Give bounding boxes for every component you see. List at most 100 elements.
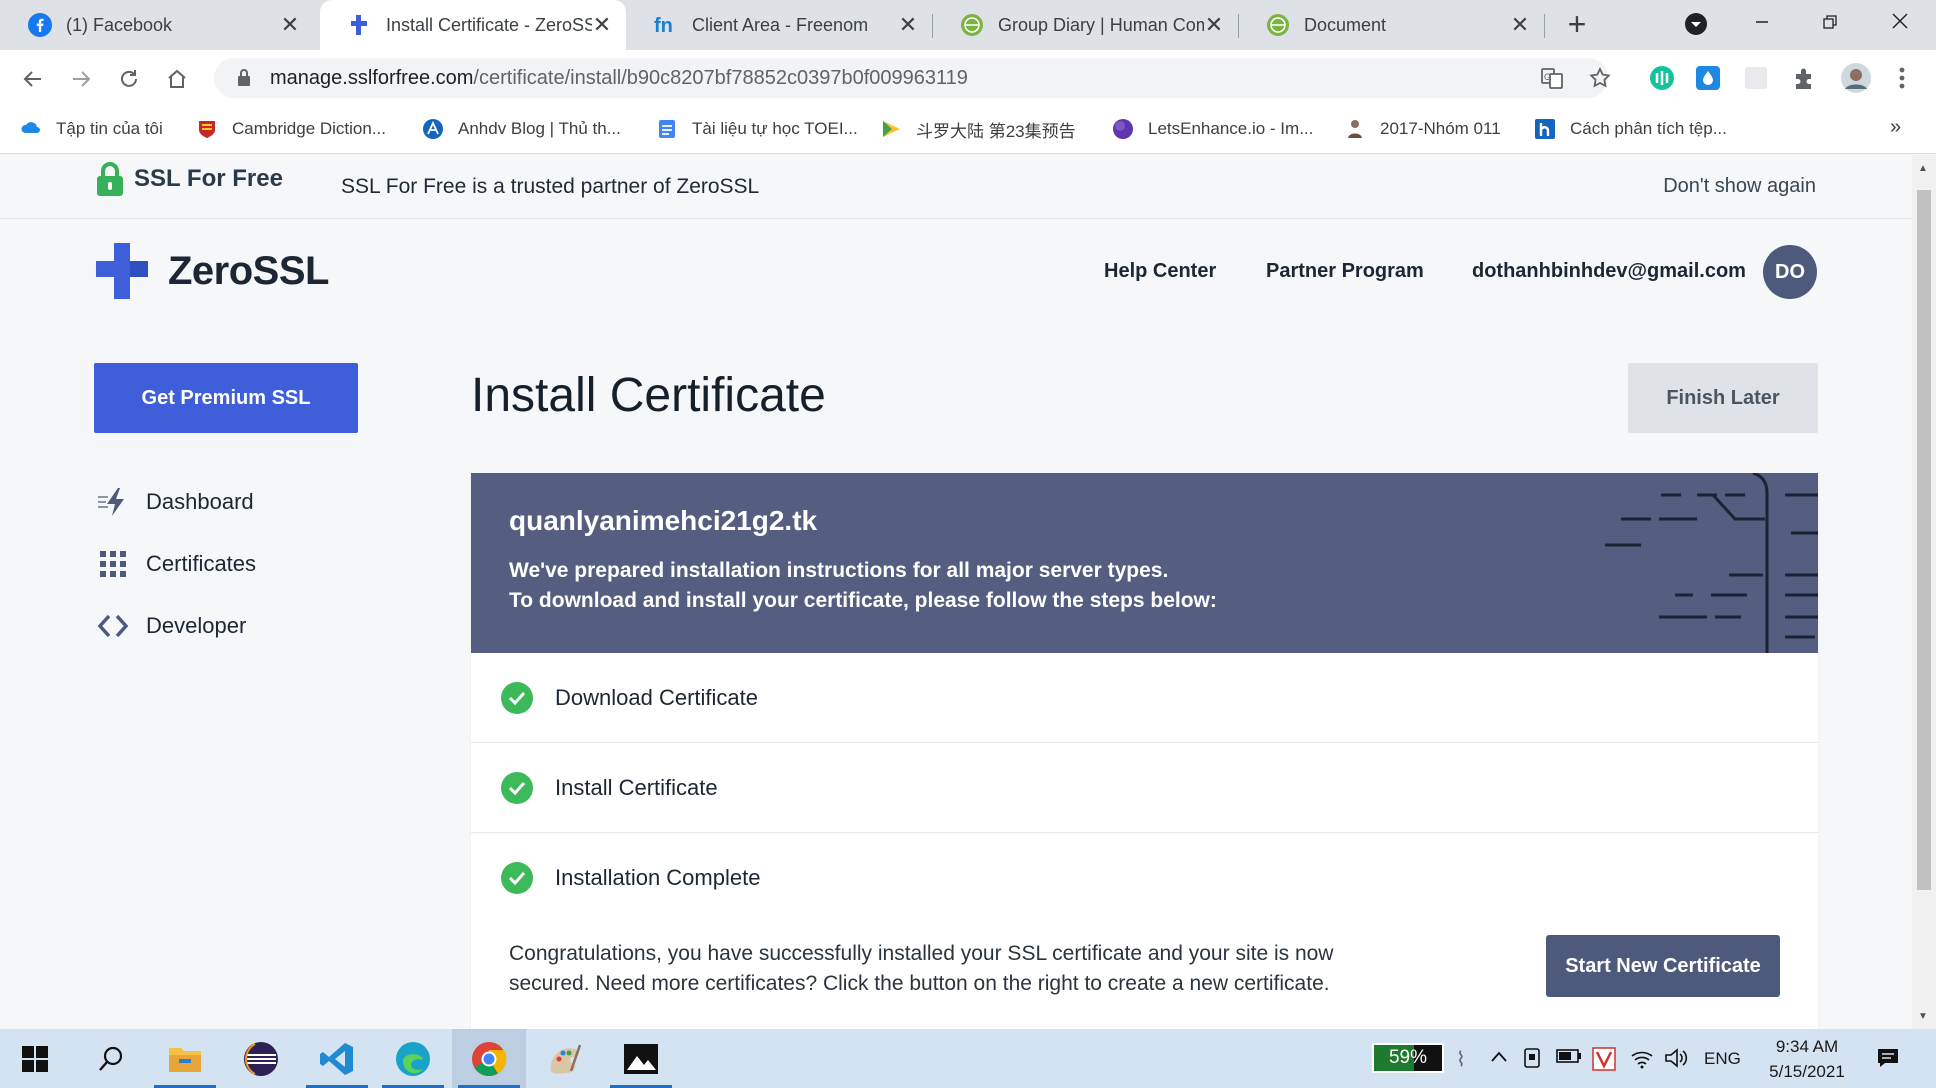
home-button[interactable] xyxy=(160,62,194,96)
dont-show-again-link[interactable]: Don't show again xyxy=(1663,175,1816,198)
bookmark-label: Cách phân tích tệp... xyxy=(1570,119,1727,138)
card-header: quanlyanimehci21g2.tk We've prepared ins… xyxy=(471,473,1818,653)
tab-close-icon[interactable]: ✕ xyxy=(898,12,918,38)
start-new-certificate-button[interactable]: Start New Certificate xyxy=(1546,935,1780,997)
tab-title: (1) Facebook xyxy=(66,14,173,35)
tab-close-icon[interactable]: ✕ xyxy=(280,12,300,38)
tab-facebook[interactable]: (1) Facebook ✕ xyxy=(0,0,314,50)
translate-button[interactable]: G xyxy=(1538,64,1566,92)
pen-icon[interactable]: ⌇ xyxy=(1456,1047,1466,1072)
minimize-button[interactable] xyxy=(1742,6,1782,42)
sidebar-item-developer[interactable]: Developer xyxy=(96,609,246,643)
close-window-button[interactable] xyxy=(1880,6,1920,42)
bookmark-item[interactable]: Cambridge Diction... xyxy=(196,106,386,152)
wifi-icon[interactable] xyxy=(1630,1047,1654,1075)
sslforfree-logo[interactable]: SSL For Free xyxy=(96,161,283,197)
tab-document[interactable]: Document ✕ xyxy=(1238,0,1544,50)
show-hidden-icons-chevron-up-icon[interactable] xyxy=(1490,1047,1508,1070)
zerossl-cross-icon xyxy=(96,243,148,299)
taskbar-search-button[interactable] xyxy=(74,1029,148,1088)
play-icon xyxy=(883,121,900,137)
reload-icon xyxy=(121,70,137,87)
bookmarks-overflow-button[interactable]: » xyxy=(1890,116,1901,139)
more-vertical-icon xyxy=(1899,67,1905,89)
system-clock[interactable]: 9:34 AM 5/15/2021 xyxy=(1752,1034,1862,1084)
bookmark-label: Tài liệu tự học TOEI... xyxy=(692,119,858,138)
start-button[interactable] xyxy=(0,1029,70,1088)
new-tab-button[interactable]: + xyxy=(1560,8,1594,42)
vivaldi-tray-icon[interactable] xyxy=(1592,1047,1616,1077)
scroll-thumb[interactable] xyxy=(1917,190,1931,890)
battery-indicator[interactable]: 59% xyxy=(1372,1043,1444,1073)
reload-button[interactable] xyxy=(112,62,146,96)
bookmark-item[interactable]: Tài liệu tự học TOEI... xyxy=(656,106,858,152)
step-label: Install Certificate xyxy=(555,774,718,800)
step-label: Download Certificate xyxy=(555,684,758,710)
user-email[interactable]: dothanhbinhdev@gmail.com xyxy=(1472,260,1746,283)
restore-button[interactable] xyxy=(1810,6,1850,42)
sidebar-item-label: Certificates xyxy=(146,551,257,576)
step-download-certificate[interactable]: Download Certificate xyxy=(471,653,1818,743)
svg-text:fn: fn xyxy=(654,15,673,37)
back-button[interactable] xyxy=(16,62,50,96)
scroll-up-icon[interactable]: ▲ xyxy=(1918,163,1928,174)
taskbar-paint[interactable] xyxy=(528,1029,602,1088)
sidebar-item-certificates[interactable]: Certificates xyxy=(96,547,256,581)
scroll-down-icon[interactable]: ▼ xyxy=(1918,1011,1928,1022)
bookmark-label: Anhdv Blog | Thủ th... xyxy=(458,119,621,138)
chevron-down-icon xyxy=(1685,13,1707,35)
tab-close-icon[interactable]: ✕ xyxy=(592,12,612,38)
taskbar-photos[interactable] xyxy=(604,1029,678,1088)
grid-icon xyxy=(96,547,130,581)
profile-avatar-icon[interactable] xyxy=(1840,62,1872,94)
zerossl-logo[interactable]: ZeroSSL xyxy=(96,243,329,299)
taskbar-vscode[interactable] xyxy=(300,1029,374,1088)
step-label: Installation Complete xyxy=(555,865,761,890)
bookmark-label: 2017-Nhóm 011 xyxy=(1380,119,1501,138)
language-indicator[interactable]: ENG xyxy=(1704,1049,1741,1069)
device-icon[interactable] xyxy=(1522,1047,1542,1075)
get-premium-ssl-button[interactable]: Get Premium SSL xyxy=(94,363,358,433)
check-circle-icon xyxy=(501,771,533,804)
notification-center-icon[interactable] xyxy=(1876,1047,1900,1075)
extension-grammar-icon[interactable] xyxy=(1648,64,1676,92)
puzzle-icon[interactable] xyxy=(1790,64,1818,92)
taskbar-file-explorer[interactable] xyxy=(148,1029,222,1088)
step-install-certificate[interactable]: Install Certificate xyxy=(471,743,1818,833)
close-icon xyxy=(1892,13,1908,29)
partner-program-link[interactable]: Partner Program xyxy=(1266,260,1424,283)
address-bar[interactable]: manage.sslforfree.com/certificate/instal… xyxy=(214,58,1608,98)
tab-freenom[interactable]: fn Client Area - Freenom ✕ xyxy=(626,0,932,50)
avatar[interactable]: DO xyxy=(1763,245,1817,299)
help-center-link[interactable]: Help Center xyxy=(1104,260,1216,283)
battery-tray-icon[interactable] xyxy=(1556,1047,1582,1071)
bookmark-item[interactable]: Tập tin của tôi xyxy=(20,106,163,152)
taskbar-edge[interactable] xyxy=(376,1029,450,1088)
browser-menu-button[interactable] xyxy=(1888,64,1916,92)
bookmark-item[interactable]: 斗罗大陆 第23集预告 xyxy=(880,106,1076,152)
arrow-left-icon xyxy=(23,71,41,87)
tab-search-button[interactable] xyxy=(1676,6,1716,42)
bookmark-item[interactable]: 2017-Nhóm 011 xyxy=(1344,106,1501,152)
tab-install-certificate[interactable]: Install Certificate - ZeroSSL ✕ xyxy=(320,0,626,50)
tab-close-icon[interactable]: ✕ xyxy=(1204,12,1224,38)
home-icon xyxy=(168,69,186,88)
bookmark-item[interactable]: LetsEnhance.io - Im... xyxy=(1112,106,1313,152)
taskbar-chrome[interactable] xyxy=(452,1029,526,1088)
bookmarks-bar: Tập tin của tôi Cambridge Diction... Anh… xyxy=(0,106,1936,154)
taskbar-eclipse[interactable] xyxy=(224,1029,298,1088)
tab-group-diary[interactable]: Group Diary | Human Com ✕ xyxy=(932,0,1238,50)
forward-button[interactable] xyxy=(64,62,98,96)
tab-close-icon[interactable]: ✕ xyxy=(1510,12,1530,38)
step-installation-complete[interactable]: Installation Complete xyxy=(471,833,1818,923)
bookmark-item[interactable]: Anhdv Blog | Thủ th... xyxy=(422,106,621,152)
sidebar-item-dashboard[interactable]: Dashboard xyxy=(96,485,254,519)
finish-later-button[interactable]: Finish Later xyxy=(1628,363,1818,433)
page-scrollbar[interactable]: ▲ ▼ xyxy=(1912,155,1936,1029)
volume-icon[interactable] xyxy=(1664,1047,1688,1075)
bookmark-item[interactable]: Cách phân tích tệp... xyxy=(1534,106,1727,152)
lock-icon[interactable] xyxy=(232,68,256,88)
bookmark-star-button[interactable] xyxy=(1586,64,1614,92)
extension-raindrop-icon[interactable] xyxy=(1694,64,1722,92)
extension-blank-icon[interactable] xyxy=(1742,64,1770,92)
